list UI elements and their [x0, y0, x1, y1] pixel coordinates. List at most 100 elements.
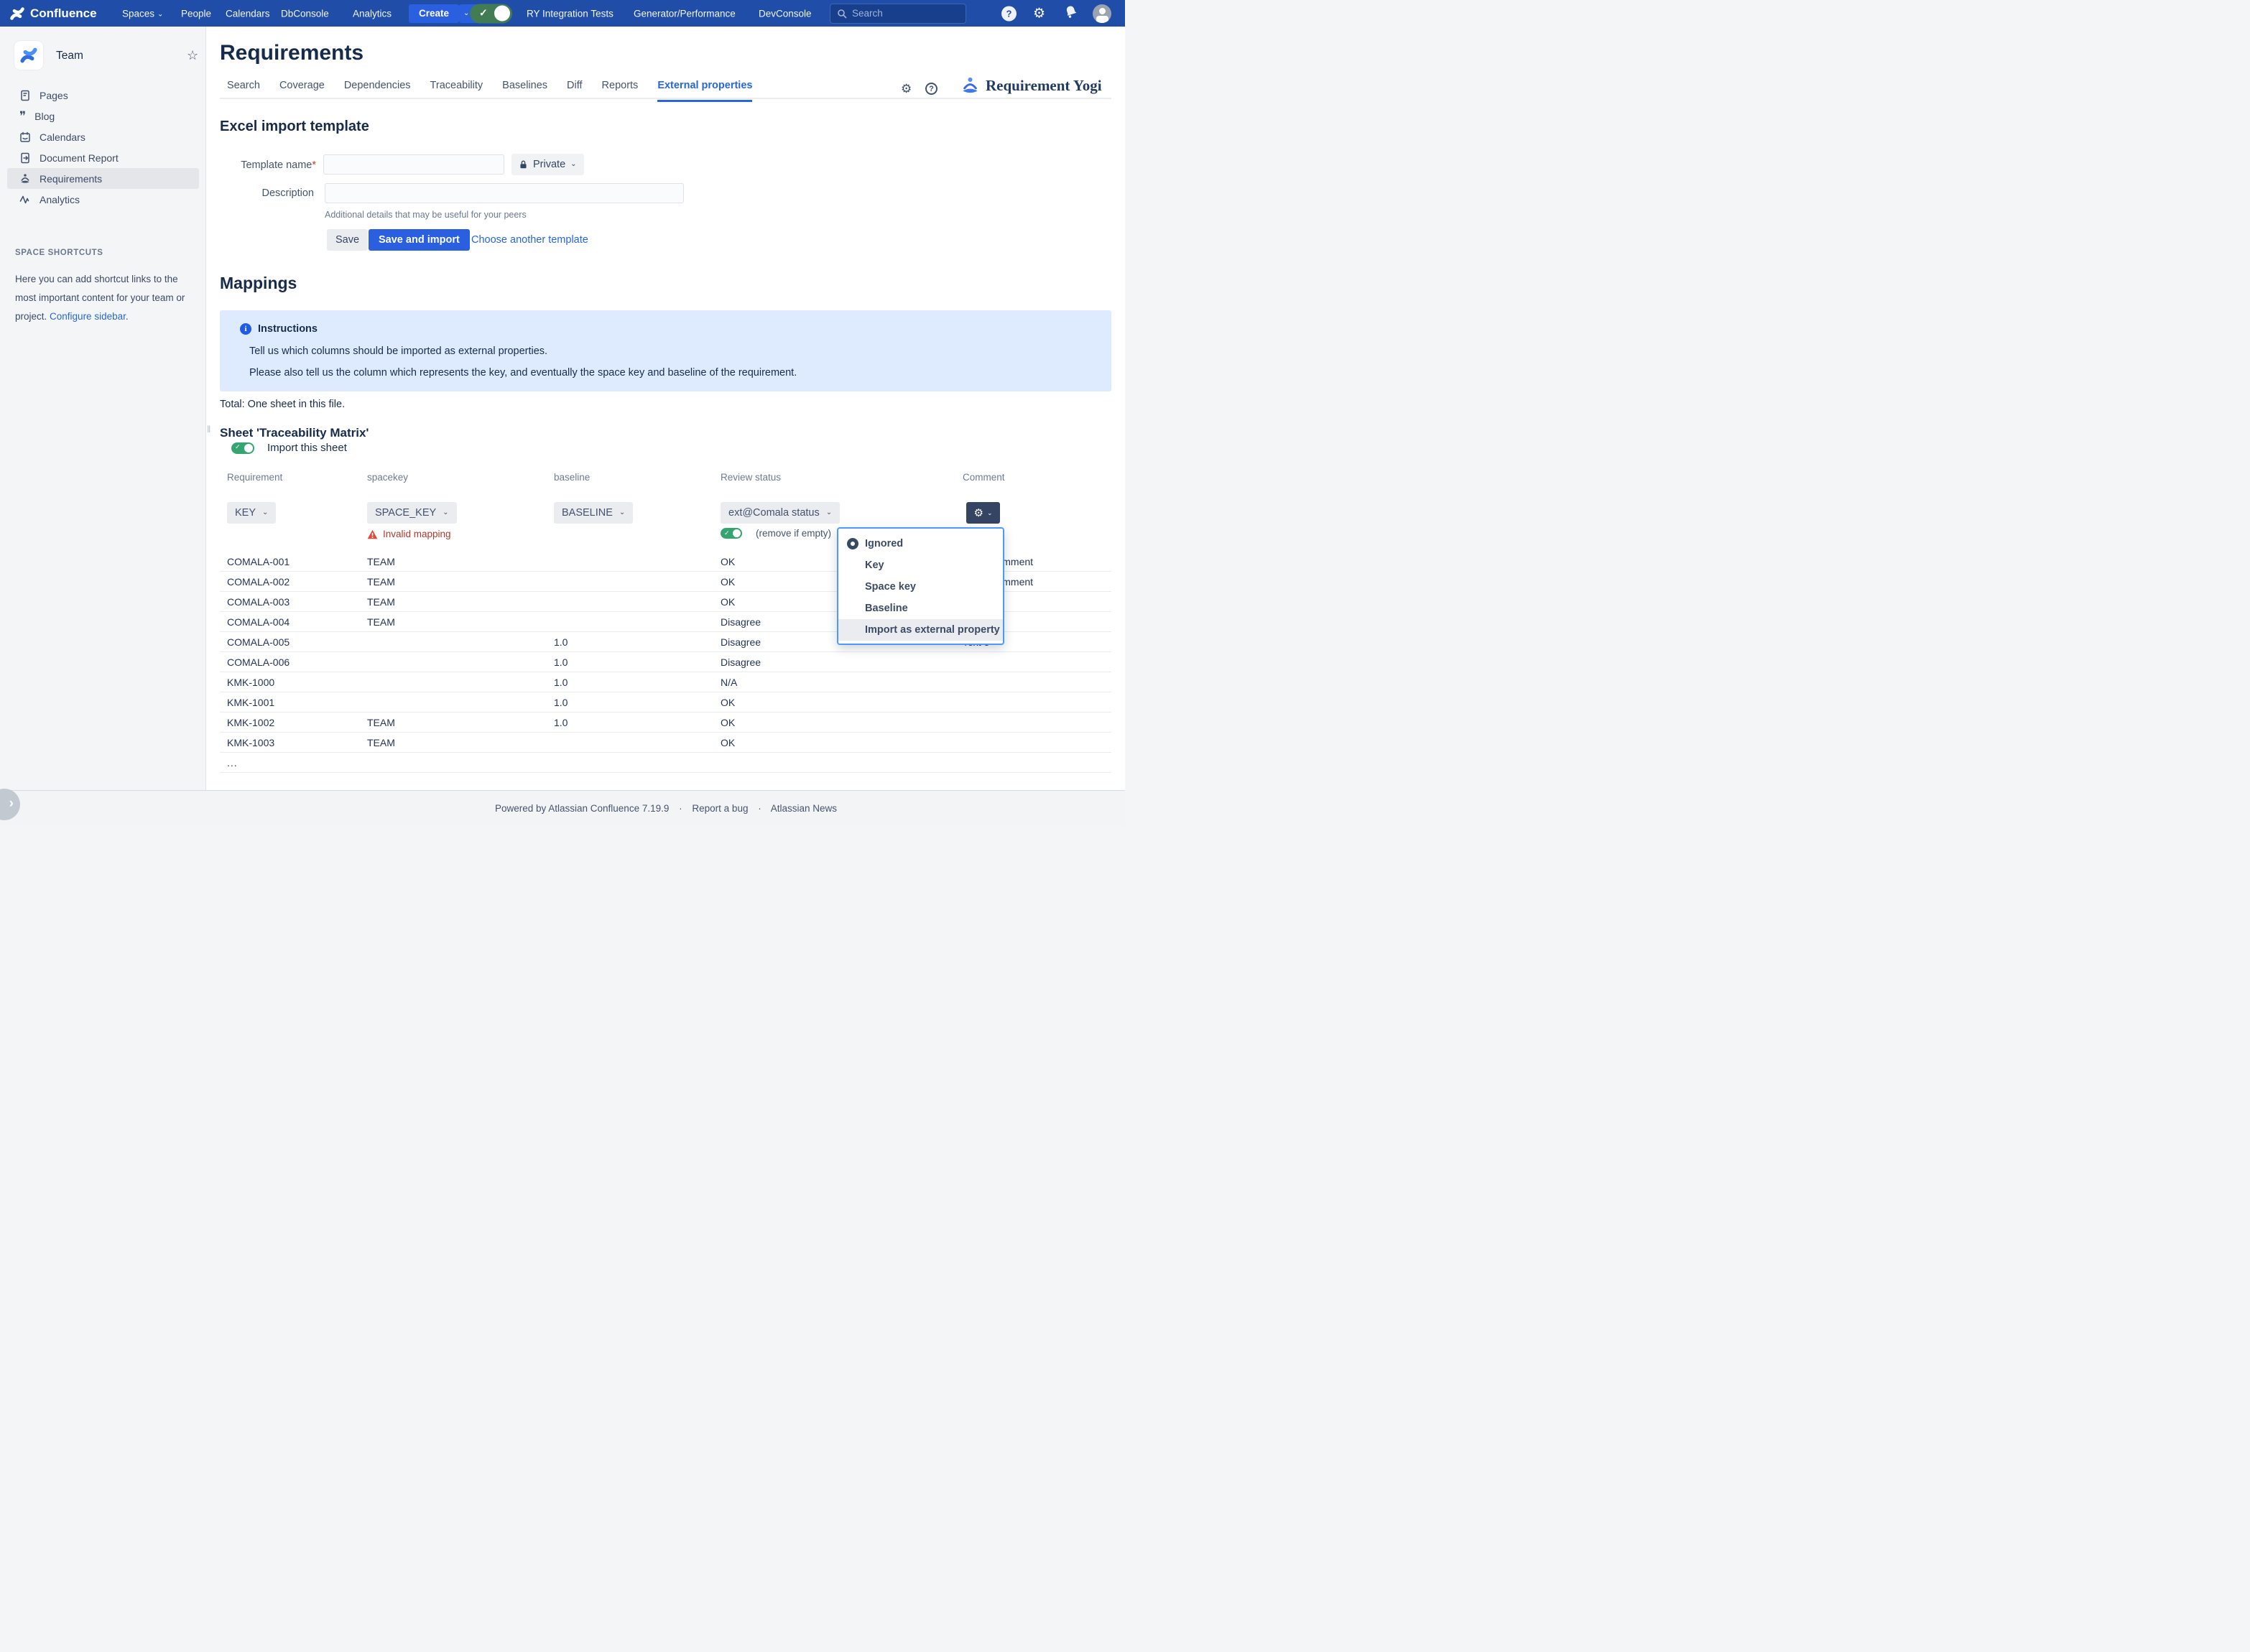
- radio-selected-icon: [847, 538, 858, 549]
- chevron-down-icon: ⌄: [619, 509, 625, 516]
- nav-people[interactable]: People: [181, 8, 211, 19]
- blog-quote-icon: ❞: [19, 113, 26, 120]
- mapping-selects-row: KEY⌄ SPACE_KEY⌄ BASELINE⌄ ext@Comala sta…: [220, 502, 1111, 524]
- import-sheet-label: Import this sheet: [267, 442, 347, 454]
- info-icon: i: [240, 323, 251, 335]
- instructions-line-2: Please also tell us the column which rep…: [249, 367, 797, 379]
- space-logo[interactable]: [14, 41, 43, 70]
- extension-toggle[interactable]: ✓: [470, 4, 512, 23]
- user-avatar[interactable]: [1093, 4, 1111, 23]
- brand-label: Confluence: [30, 6, 97, 21]
- sidebar-item-blog[interactable]: ❞ Blog: [7, 106, 199, 126]
- configure-sidebar-link[interactable]: Configure sidebar: [50, 311, 126, 322]
- chevron-down-icon: ⌄: [570, 160, 576, 168]
- nav-devconsole[interactable]: DevConsole: [759, 8, 812, 19]
- comment-mapping-gear-button[interactable]: ⚙⌄: [966, 502, 1000, 524]
- save-button[interactable]: Save: [327, 229, 368, 251]
- nav-calendars[interactable]: Calendars: [226, 8, 270, 19]
- requirements-yogi-icon: [19, 173, 31, 185]
- menu-item-key[interactable]: Key: [838, 554, 1003, 576]
- remove-if-empty-label: (remove if empty): [756, 528, 831, 539]
- search-icon: [837, 9, 847, 19]
- description-input[interactable]: [325, 183, 684, 203]
- remove-if-empty-toggle[interactable]: ✓: [721, 528, 742, 539]
- table-row: KMK-1003TEAMOK: [220, 733, 1111, 753]
- table-row-ellipsis: ...: [220, 753, 1111, 773]
- create-button[interactable]: Create: [409, 4, 459, 23]
- space-shortcuts-heading: SPACE SHORTCUTS: [15, 249, 103, 257]
- nav-analytics[interactable]: Analytics: [353, 8, 392, 19]
- sidebar-item-calendars[interactable]: Calendars: [7, 126, 199, 147]
- sidebar-item-requirements[interactable]: Requirements: [7, 168, 199, 189]
- privacy-select[interactable]: Private ⌄: [511, 154, 584, 175]
- nav-ry-integration-tests[interactable]: RY Integration Tests: [527, 8, 614, 19]
- top-navigation: Confluence Spaces⌄ People Calendars DbCo…: [0, 0, 1125, 27]
- chevron-down-icon: ⌄: [262, 509, 268, 516]
- space-shortcuts-text: Here you can add shortcut links to the m…: [15, 270, 188, 326]
- choose-another-template-link[interactable]: Choose another template: [471, 234, 588, 246]
- atlassian-news-link[interactable]: Atlassian News: [771, 803, 837, 814]
- instructions-line-1: Tell us which columns should be imported…: [249, 345, 547, 357]
- chevron-down-icon: ⌄: [826, 509, 832, 516]
- sidebar-item-analytics[interactable]: Analytics: [7, 189, 199, 210]
- tab-external-properties[interactable]: External properties: [657, 80, 752, 102]
- nav-spaces[interactable]: Spaces⌄: [122, 8, 163, 19]
- requirement-mapping-select[interactable]: KEY⌄: [227, 502, 276, 524]
- table-row: KMK-10011.0OK: [220, 692, 1111, 713]
- nav-generator-performance[interactable]: Generator/Performance: [634, 8, 736, 19]
- mappings-heading: Mappings: [220, 274, 297, 293]
- invalid-mapping-warning: Invalid mapping: [367, 529, 451, 539]
- menu-item-space-key[interactable]: Space key: [838, 576, 1003, 598]
- tab-dependencies[interactable]: Dependencies: [344, 80, 411, 102]
- panel-drag-grip[interactable]: ‖: [207, 424, 210, 435]
- col-requirement: Requirement: [220, 472, 367, 483]
- chevron-down-icon: ⌄: [987, 509, 993, 517]
- description-label: Description: [220, 187, 314, 199]
- nav-dbconsole[interactable]: DbConsole: [281, 8, 329, 19]
- help-icon[interactable]: ?: [1001, 6, 1017, 21]
- settings-gear-icon[interactable]: ⚙: [901, 82, 912, 96]
- favourite-star-icon[interactable]: ☆: [187, 48, 198, 63]
- module-tabs: Search Coverage Dependencies Traceabilit…: [227, 80, 752, 102]
- import-sheet-toggle[interactable]: ✓: [231, 442, 254, 454]
- col-review-status: Review status: [721, 472, 963, 483]
- sheet-title: Sheet 'Traceability Matrix': [220, 426, 369, 440]
- tab-diff[interactable]: Diff: [567, 80, 583, 102]
- sidebar-item-document-report[interactable]: Document Report: [7, 147, 199, 168]
- review-status-mapping-select[interactable]: ext@Comala status⌄: [721, 502, 840, 524]
- space-sidebar: Team ☆ Pages ❞ Blog Calendars: [0, 27, 206, 826]
- confluence-app: Confluence Spaces⌄ People Calendars DbCo…: [0, 0, 1125, 826]
- tab-coverage[interactable]: Coverage: [279, 80, 325, 102]
- tab-traceability[interactable]: Traceability: [430, 80, 483, 102]
- template-name-input[interactable]: [323, 154, 504, 175]
- tab-baselines[interactable]: Baselines: [502, 80, 547, 102]
- analytics-icon: [19, 194, 31, 205]
- help-circle-icon[interactable]: ?: [925, 83, 937, 95]
- baseline-mapping-select[interactable]: BASELINE⌄: [554, 502, 633, 524]
- tab-search[interactable]: Search: [227, 80, 260, 102]
- menu-item-baseline[interactable]: Baseline: [838, 598, 1003, 619]
- table-row: KMK-1002TEAM1.0OK: [220, 713, 1111, 733]
- mapping-column-headers: Requirement spacekey baseline Review sta…: [220, 472, 1111, 483]
- global-search[interactable]: [830, 4, 966, 24]
- calendars-icon: [19, 131, 31, 143]
- check-icon: ✓: [479, 6, 488, 19]
- tab-reports[interactable]: Reports: [602, 80, 639, 102]
- pages-icon: [19, 90, 31, 101]
- menu-item-ignored[interactable]: Ignored: [838, 533, 1003, 554]
- report-a-bug-link[interactable]: Report a bug: [692, 803, 748, 814]
- search-input[interactable]: [852, 8, 953, 19]
- confluence-brand[interactable]: Confluence: [9, 6, 97, 21]
- menu-item-import-as-external-property[interactable]: Import as external property: [838, 619, 1003, 641]
- instructions-title: Instructions: [258, 323, 318, 335]
- notifications-bell-icon[interactable]: [1064, 4, 1078, 22]
- spacekey-mapping-select[interactable]: SPACE_KEY⌄: [367, 502, 457, 524]
- remove-if-empty-control: ✓ (remove if empty): [721, 528, 831, 539]
- comment-mapping-menu: Ignored Key Space key Baseline Import as…: [837, 527, 1004, 645]
- requirement-yogi-logo: Requirement Yogi: [960, 77, 1102, 95]
- yogi-figure-icon: [960, 77, 980, 95]
- gear-icon[interactable]: ⚙: [1033, 5, 1045, 22]
- sidebar-item-pages[interactable]: Pages: [7, 85, 199, 106]
- gear-icon: ⚙: [974, 506, 983, 519]
- save-and-import-button[interactable]: Save and import: [369, 229, 470, 251]
